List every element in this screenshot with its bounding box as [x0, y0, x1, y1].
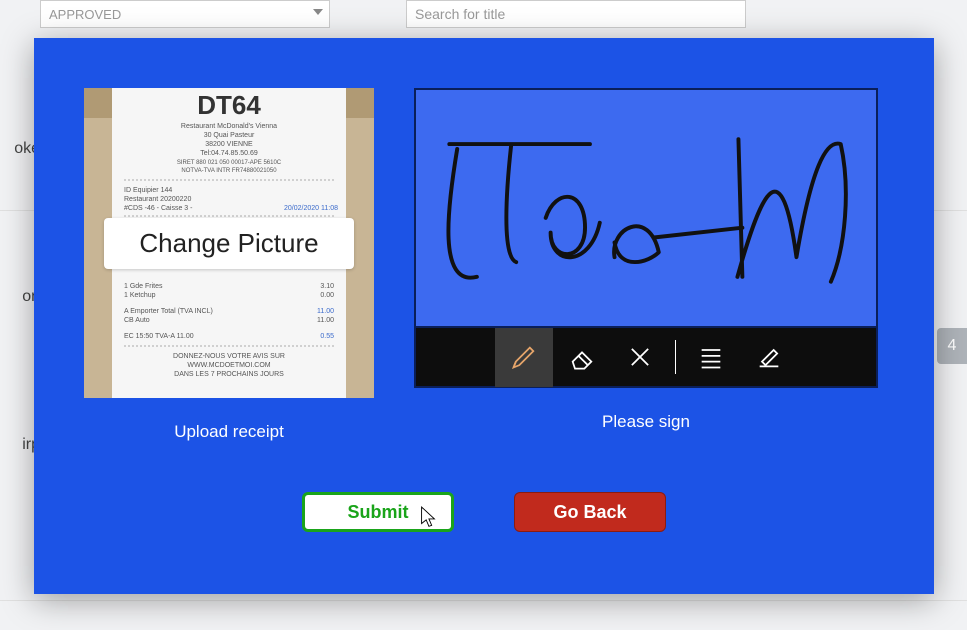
- clear-button[interactable]: [611, 327, 669, 387]
- svg-text:0.55: 0.55: [320, 333, 334, 340]
- svg-text:EC 15:50 TVA-A 11.00: EC 15:50 TVA-A 11.00: [124, 333, 194, 340]
- svg-text:A Emporter Total (TVA INCL): A Emporter Total (TVA INCL): [124, 308, 213, 315]
- svg-text:Restaurant McDonald's Vienna: Restaurant McDonald's Vienna: [181, 123, 277, 130]
- receipt-caption: Upload receipt: [174, 422, 284, 442]
- upload-sign-modal: DT64 Restaurant McDonald's Vienna 30 Qua…: [34, 38, 934, 594]
- change-picture-button[interactable]: Change Picture: [104, 218, 354, 269]
- status-filter-value: APPROVED: [49, 7, 121, 22]
- svg-text:20/02/2020 11:08: 20/02/2020 11:08: [284, 205, 338, 212]
- svg-text:Restaurant 20200220: Restaurant 20200220: [124, 196, 191, 203]
- svg-text:11.00: 11.00: [317, 317, 334, 324]
- svg-text:38200 VIENNE: 38200 VIENNE: [205, 141, 253, 148]
- divider: [0, 600, 967, 601]
- svg-text:30 Quai Pasteur: 30 Quai Pasteur: [204, 132, 255, 139]
- status-filter-select[interactable]: APPROVED: [40, 0, 330, 28]
- svg-text:DANS LES 7 PROCHAINS JOURS: DANS LES 7 PROCHAINS JOURS: [174, 371, 284, 378]
- pen-tool-button[interactable]: [495, 327, 553, 387]
- eraser-tool-button[interactable]: [553, 327, 611, 387]
- svg-text:#CDS -46 - Caisse 3 -: #CDS -46 - Caisse 3 -: [124, 205, 193, 212]
- receipt-image: DT64 Restaurant McDonald's Vienna 30 Qua…: [84, 88, 374, 398]
- count-badge[interactable]: 4: [937, 328, 967, 364]
- close-icon: [626, 343, 654, 371]
- svg-text:1 Gde Frites: 1 Gde Frites: [124, 283, 163, 290]
- svg-text:DONNEZ-NOUS VOTRE AVIS SUR: DONNEZ-NOUS VOTRE AVIS SUR: [173, 353, 285, 360]
- svg-text:CB Auto: CB Auto: [124, 317, 150, 324]
- submit-button[interactable]: Submit: [302, 492, 454, 532]
- toolbar-separator: [675, 340, 676, 374]
- pen-icon: [510, 343, 538, 371]
- svg-text:1 Ketchup: 1 Ketchup: [124, 292, 156, 299]
- svg-text:NOTVA-TVA INTR FR74880021050: NOTVA-TVA INTR FR74880021050: [181, 168, 277, 174]
- svg-text:DT64: DT64: [197, 90, 261, 120]
- svg-text:Tel:04.74.85.50.69: Tel:04.74.85.50.69: [200, 150, 258, 157]
- edit-icon: [755, 343, 783, 371]
- chevron-down-icon: [313, 9, 323, 15]
- svg-text:WWW.MCDOETMOI.COM: WWW.MCDOETMOI.COM: [187, 362, 270, 369]
- svg-text:3.10: 3.10: [320, 283, 334, 290]
- title-search-placeholder: Search for title: [415, 6, 505, 22]
- svg-text:0.00: 0.00: [320, 292, 334, 299]
- lines-icon: [697, 343, 725, 371]
- signature-canvas[interactable]: [414, 88, 878, 328]
- go-back-button[interactable]: Go Back: [514, 492, 666, 532]
- line-weight-button[interactable]: [682, 327, 740, 387]
- svg-text:11.00: 11.00: [317, 308, 334, 315]
- signature-toolbar: [414, 328, 878, 388]
- signature-caption: Please sign: [602, 412, 690, 432]
- svg-text:ID Equipier 144: ID Equipier 144: [124, 187, 172, 194]
- title-search-input[interactable]: Search for title: [406, 0, 746, 28]
- eraser-icon: [568, 343, 596, 371]
- cursor-icon: [417, 505, 439, 531]
- svg-text:SIRET 880 021 050 00017-APE 56: SIRET 880 021 050 00017-APE 5610C: [177, 160, 282, 166]
- edit-button[interactable]: [740, 327, 798, 387]
